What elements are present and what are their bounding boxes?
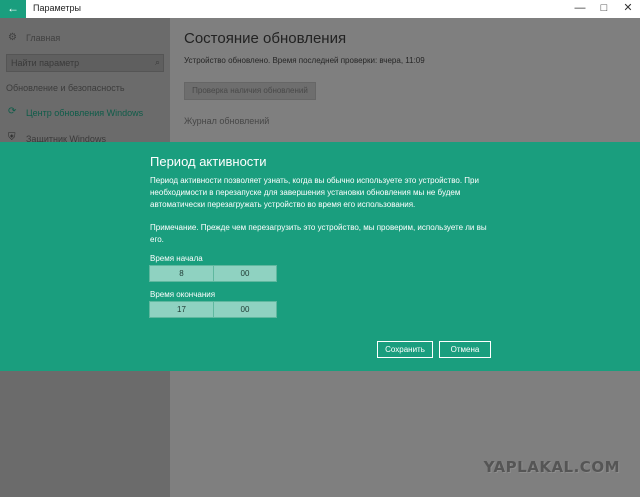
gear-icon: ⚙ bbox=[8, 32, 17, 43]
save-button[interactable]: Сохранить bbox=[377, 341, 433, 358]
dialog-title: Период активности bbox=[150, 154, 267, 169]
maximize-icon: □ bbox=[600, 2, 608, 14]
close-button[interactable]: ✕ bbox=[616, 0, 640, 18]
end-time-label: Время окончания bbox=[150, 290, 216, 299]
close-icon: ✕ bbox=[623, 2, 633, 14]
search-input[interactable]: Найти параметр ⌕ bbox=[6, 54, 164, 72]
search-placeholder: Найти параметр bbox=[11, 58, 80, 68]
minimize-icon: — bbox=[574, 2, 586, 14]
dialog-note: Примечание. Прежде чем перезагрузить это… bbox=[150, 223, 487, 244]
sidebar-item-windows-update[interactable]: ⟳ Центр обновления Windows bbox=[0, 102, 170, 124]
minimize-button[interactable]: — bbox=[568, 0, 592, 18]
back-button[interactable]: ← bbox=[0, 0, 26, 18]
back-arrow-icon: ← bbox=[7, 1, 19, 15]
sidebar-item-label: Центр обновления Windows bbox=[26, 108, 144, 118]
end-hour[interactable]: 17 bbox=[150, 302, 213, 317]
check-updates-button[interactable]: Проверка наличия обновлений bbox=[184, 82, 316, 100]
page-title: Состояние обновления bbox=[184, 30, 347, 47]
search-icon[interactable]: ⌕ bbox=[155, 57, 160, 68]
start-minute[interactable]: 00 bbox=[213, 266, 276, 281]
title-bar: ← Параметры — □ ✕ bbox=[0, 0, 640, 18]
window-title: Параметры bbox=[33, 3, 81, 13]
refresh-icon: ⟳ bbox=[8, 106, 17, 117]
start-time-picker[interactable]: 8 00 bbox=[149, 265, 277, 282]
update-status-text: Устройство обновлено. Время последней пр… bbox=[184, 56, 425, 65]
end-time-picker[interactable]: 17 00 bbox=[149, 301, 277, 318]
maximize-button[interactable]: □ bbox=[592, 0, 616, 18]
update-history-link[interactable]: Журнал обновлений bbox=[184, 116, 269, 126]
end-minute[interactable]: 00 bbox=[213, 302, 276, 317]
active-hours-dialog: Период активности Период активности позв… bbox=[0, 142, 640, 371]
cancel-button[interactable]: Отмена bbox=[439, 341, 491, 358]
start-time-label: Время начала bbox=[150, 254, 203, 263]
watermark: YAPLAKAL.COM bbox=[483, 458, 620, 476]
sidebar-section-label: Обновление и безопасность bbox=[6, 83, 125, 93]
sidebar-home-link[interactable]: Главная bbox=[26, 33, 60, 43]
start-hour[interactable]: 8 bbox=[150, 266, 213, 281]
dialog-description: Период активности позволяет узнать, когд… bbox=[150, 176, 479, 209]
